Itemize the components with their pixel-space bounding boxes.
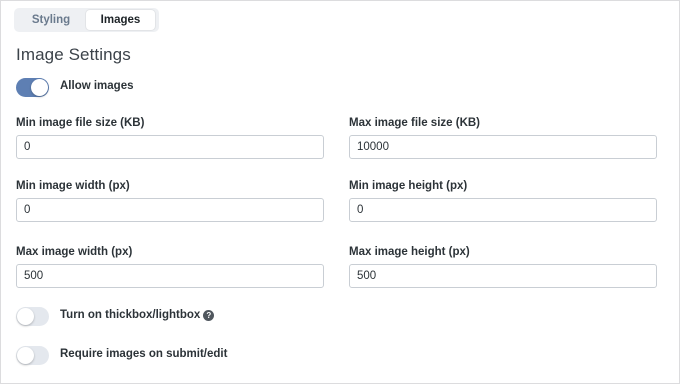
min-file-size-label: Min image file size (KB) xyxy=(16,117,145,129)
thickbox-label-text: Turn on thickbox/lightbox xyxy=(60,309,201,321)
max-file-size-label: Max image file size (KB) xyxy=(349,117,481,129)
image-settings-panel: Styling Images Image Settings Allow imag… xyxy=(0,0,680,384)
thickbox-toggle[interactable] xyxy=(16,307,49,326)
allow-images-label: Allow images xyxy=(60,80,134,92)
allow-images-toggle[interactable] xyxy=(16,78,49,97)
min-height-input[interactable] xyxy=(349,198,657,222)
thickbox-label: Turn on thickbox/lightbox ? xyxy=(60,309,215,321)
toggle-knob xyxy=(31,79,48,96)
min-height-label: Min image height (px) xyxy=(349,180,468,192)
max-width-input[interactable] xyxy=(16,264,324,288)
require-images-label: Require images on submit/edit xyxy=(60,348,227,360)
question-circle-icon[interactable]: ? xyxy=(203,309,215,321)
max-height-label: Max image height (px) xyxy=(349,246,470,258)
settings-tabs: Styling Images xyxy=(14,8,159,32)
tab-styling[interactable]: Styling xyxy=(16,10,86,30)
max-file-size-input[interactable] xyxy=(349,135,657,159)
toggle-knob xyxy=(17,347,34,364)
min-width-input[interactable] xyxy=(16,198,324,222)
require-images-label-text: Require images on submit/edit xyxy=(60,348,228,360)
require-images-toggle[interactable] xyxy=(16,346,49,365)
allow-images-label-text: Allow images xyxy=(60,80,134,92)
max-width-label: Max image width (px) xyxy=(16,246,133,258)
max-height-input[interactable] xyxy=(349,264,657,288)
min-width-label: Min image width (px) xyxy=(16,180,130,192)
min-file-size-input[interactable] xyxy=(16,135,324,159)
section-title: Image Settings xyxy=(16,45,131,64)
tab-images[interactable]: Images xyxy=(86,10,155,30)
toggle-knob xyxy=(17,308,34,325)
